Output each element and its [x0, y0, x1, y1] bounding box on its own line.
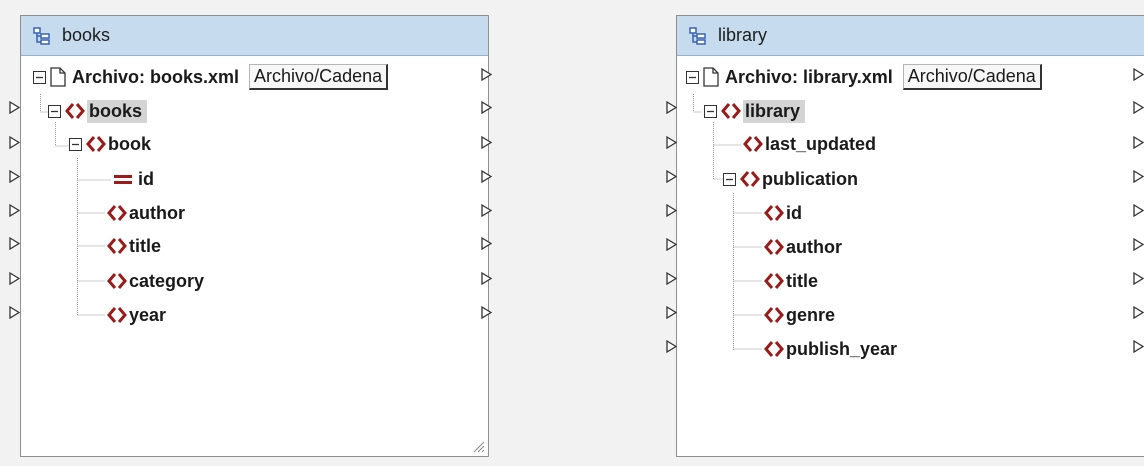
- output-connector-icon[interactable]: [1133, 170, 1144, 183]
- output-connector-icon[interactable]: [1133, 272, 1144, 285]
- tree-node-title[interactable]: title: [764, 266, 818, 296]
- element-icon: [743, 136, 763, 152]
- element-icon: [740, 171, 760, 187]
- output-connector-icon[interactable]: [481, 272, 492, 285]
- tree-node-title[interactable]: title: [107, 231, 161, 261]
- output-connector-icon[interactable]: [481, 170, 492, 183]
- element-icon: [107, 273, 127, 289]
- collapse-icon[interactable]: [686, 70, 699, 84]
- node-label: id: [138, 168, 154, 189]
- input-connector-icon[interactable]: [9, 101, 20, 114]
- element-icon: [721, 103, 741, 119]
- tree-node-books[interactable]: books: [48, 96, 148, 126]
- output-connector-icon[interactable]: [481, 68, 492, 81]
- input-connector-icon[interactable]: [666, 272, 677, 285]
- node-label: genre: [786, 304, 836, 325]
- tree-node-publication[interactable]: publication: [723, 164, 858, 194]
- input-connector-icon[interactable]: [666, 101, 677, 114]
- input-connector-icon[interactable]: [666, 238, 677, 251]
- output-connector-icon[interactable]: [1133, 306, 1144, 319]
- output-connector-icon[interactable]: [481, 136, 492, 149]
- node-label: category: [129, 270, 205, 291]
- input-connector-icon[interactable]: [666, 136, 677, 149]
- element-icon: [65, 103, 85, 119]
- input-connector-icon[interactable]: [666, 306, 677, 319]
- output-connector-icon[interactable]: [481, 204, 492, 217]
- input-connector-icon[interactable]: [9, 306, 20, 319]
- tree-node-author[interactable]: author: [107, 198, 185, 228]
- output-connector-icon[interactable]: [1133, 340, 1144, 353]
- output-connector-icon[interactable]: [1133, 238, 1144, 251]
- tree-node-last-updated[interactable]: last_updated: [743, 129, 876, 159]
- output-connector-icon[interactable]: [481, 237, 492, 250]
- attribute-icon: [114, 175, 132, 184]
- node-label: books: [87, 99, 148, 123]
- tree-node-year[interactable]: year: [107, 300, 166, 330]
- file-row[interactable]: Archivo: library.xml Archivo/Cadena: [686, 62, 1042, 92]
- collapse-icon[interactable]: [33, 70, 46, 84]
- file-string-button[interactable]: Archivo/Cadena: [249, 64, 389, 90]
- input-connector-icon[interactable]: [9, 170, 20, 183]
- input-connector-icon[interactable]: [9, 272, 20, 285]
- element-icon: [764, 341, 784, 357]
- node-label: id: [786, 202, 802, 223]
- output-connector-icon[interactable]: [481, 101, 492, 114]
- collapse-icon[interactable]: [69, 137, 82, 151]
- element-icon: [764, 239, 784, 255]
- tree-node-author[interactable]: author: [764, 232, 842, 262]
- node-label: book: [108, 133, 151, 154]
- element-icon: [764, 205, 784, 221]
- file-icon: [703, 67, 719, 87]
- input-connector-icon[interactable]: [9, 237, 20, 250]
- file-label: Archivo: library.xml: [725, 66, 893, 87]
- output-connector-icon[interactable]: [1133, 101, 1144, 114]
- tree-node-library[interactable]: library: [704, 96, 806, 126]
- element-icon: [764, 273, 784, 289]
- node-label: author: [786, 236, 842, 257]
- file-icon: [50, 67, 66, 87]
- file-string-button[interactable]: Archivo/Cadena: [902, 64, 1042, 90]
- node-label: title: [129, 235, 162, 256]
- element-icon: [107, 307, 127, 323]
- node-label: year: [129, 304, 167, 325]
- output-connector-icon[interactable]: [481, 306, 492, 319]
- node-label: library: [743, 99, 806, 123]
- node-label: publication: [762, 168, 858, 189]
- output-connector-icon[interactable]: [1133, 204, 1144, 217]
- node-label: last_updated: [765, 133, 877, 154]
- file-label: Archivo: books.xml: [72, 66, 240, 87]
- tree-node-publish-year[interactable]: publish_year: [764, 334, 897, 364]
- collapse-icon[interactable]: [723, 172, 736, 186]
- input-connector-icon[interactable]: [666, 170, 677, 183]
- resize-grip-icon[interactable]: [473, 441, 485, 453]
- tree-node-category[interactable]: category: [107, 266, 204, 296]
- tree-node-book[interactable]: book: [69, 129, 151, 159]
- node-label: publish_year: [786, 338, 898, 359]
- element-icon: [107, 205, 127, 221]
- tree-node-genre[interactable]: genre: [764, 300, 835, 330]
- tree-node-id[interactable]: id: [113, 164, 154, 194]
- books-component[interactable]: books Archivo: books.xml Archivo/Cadena …: [20, 15, 489, 457]
- input-connector-icon[interactable]: [9, 136, 20, 149]
- library-component[interactable]: library Archivo: library.xml Archivo/Cad…: [676, 15, 1144, 457]
- collapse-icon[interactable]: [48, 104, 61, 118]
- element-icon: [764, 307, 784, 323]
- element-icon: [107, 238, 127, 254]
- input-connector-icon[interactable]: [666, 340, 677, 353]
- element-icon: [86, 136, 106, 152]
- node-label: title: [786, 270, 819, 291]
- file-row[interactable]: Archivo: books.xml Archivo/Cadena: [33, 62, 389, 92]
- tree-node-id[interactable]: id: [764, 198, 802, 228]
- output-connector-icon[interactable]: [1133, 68, 1144, 81]
- input-connector-icon[interactable]: [9, 204, 20, 217]
- collapse-icon[interactable]: [704, 104, 717, 118]
- node-label: author: [129, 202, 185, 223]
- input-connector-icon[interactable]: [666, 204, 677, 217]
- output-connector-icon[interactable]: [1133, 136, 1144, 149]
